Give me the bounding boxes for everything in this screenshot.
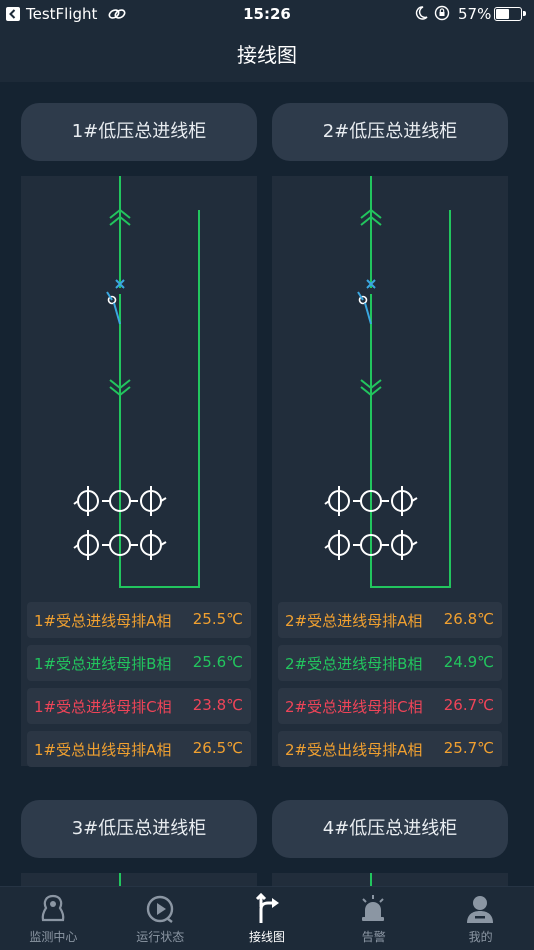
tab-monitor-center[interactable]: 监测中心 [0,887,107,950]
reading-value: 26.5℃ [192,739,243,757]
profile-icon [467,896,494,923]
cabinet-2-wiring-diagram [324,176,451,588]
cabinet-4-title-button[interactable]: 4#低压总进线柜 [272,800,508,858]
reading-label: 1#受总进线母排C相 [34,698,172,716]
tab-label: 运行状态 [136,930,185,944]
cabinet-1-wiring-diagram [73,176,200,588]
battery-percent: 57% [458,5,492,23]
do-not-disturb-icon [414,5,428,25]
reading-label: 2#受总进线母排A相 [285,612,423,630]
wiring-diagram-icon [255,893,279,923]
reading-label: 1#受总进线母排B相 [34,655,172,673]
reading-label: 1#受总出线母排A相 [34,741,172,759]
reading-row[interactable]: 1#受总出线母排A相 26.5℃ [27,731,251,767]
monitor-center-icon [41,894,65,922]
busbar-line [119,176,200,588]
status-bar: TestFlight 15:26 57% [0,0,534,28]
reading-label: 2#受总进线母排C相 [285,698,423,716]
cabinet-2-panel: 2#受总进线母排A相 26.8℃ 2#受总进线母排B相 24.9℃ 2#受总进线… [272,176,508,767]
reading-row[interactable]: 2#受总进线母排A相 26.8℃ [278,602,502,638]
reading-row[interactable]: 2#受总进线母排C相 26.7℃ [278,688,502,724]
reading-row[interactable]: 2#受总出线母排A相 25.7℃ [278,731,502,767]
breaker-switch-icon [357,279,376,325]
busbar-line [370,176,451,588]
cabinet-3-title: 3#低压总进线柜 [71,818,207,839]
battery-nub [523,11,526,16]
cabinet-4-title: 4#低压总进线柜 [322,818,458,839]
cabinet-4-panel [272,873,508,886]
tab-label: 接线图 [248,930,285,944]
reading-value: 24.9℃ [443,653,494,671]
reading-value: 25.5℃ [192,610,243,628]
reading-value: 26.7℃ [443,696,494,714]
reading-row[interactable]: 1#受总进线母排B相 25.6℃ [27,645,251,681]
busbar-line [370,873,372,886]
cabinet-1-panel: 1#受总进线母排A相 25.5℃ 1#受总进线母排B相 25.6℃ 1#受总进线… [21,176,257,767]
rotation-lock-icon [434,5,450,25]
reading-label: 1#受总进线母排A相 [34,612,172,630]
reading-value: 26.8℃ [443,610,494,628]
reading-label: 2#受总出线母排A相 [285,741,423,759]
alarm-icon [362,895,385,921]
battery-icon [494,7,526,21]
reading-row[interactable]: 1#受总进线母排A相 25.5℃ [27,602,251,638]
tab-run-status[interactable]: 运行状态 [107,887,214,950]
busbar-line [119,873,121,886]
cabinet-2-title-button[interactable]: 2#低压总进线柜 [272,103,508,161]
reading-value: 23.8℃ [192,696,243,714]
reading-row[interactable]: 1#受总进线母排C相 23.8℃ [27,688,251,724]
cabinet-1-title-button[interactable]: 1#低压总进线柜 [21,103,257,161]
cabinet-2-title: 2#低压总进线柜 [322,121,458,142]
tab-alarm[interactable]: 告警 [320,887,427,950]
nav-bar: 接线图 [0,28,534,82]
run-status-icon [146,895,173,923]
breaker-switch-icon [106,279,125,325]
cabinet-3-panel [21,873,257,886]
cabinet-3-title-button[interactable]: 3#低压总进线柜 [21,800,257,858]
reading-row[interactable]: 2#受总进线母排B相 24.9℃ [278,645,502,681]
tab-label: 监测中心 [29,930,78,944]
page-title: 接线图 [237,43,297,67]
cabinet-1-title: 1#低压总进线柜 [71,121,207,142]
reading-value: 25.6℃ [192,653,243,671]
tab-label: 我的 [468,930,493,944]
reading-value: 25.7℃ [443,739,494,757]
tab-label: 告警 [361,930,386,944]
clock: 15:26 [243,5,291,23]
tab-bar: 监测中心 运行状态 接线图 告警 我的 [0,886,534,950]
battery-fill [496,9,510,19]
reading-label: 2#受总进线母排B相 [285,655,423,673]
tab-profile[interactable]: 我的 [427,887,534,950]
tab-wiring-diagram[interactable]: 接线图 [214,887,321,950]
